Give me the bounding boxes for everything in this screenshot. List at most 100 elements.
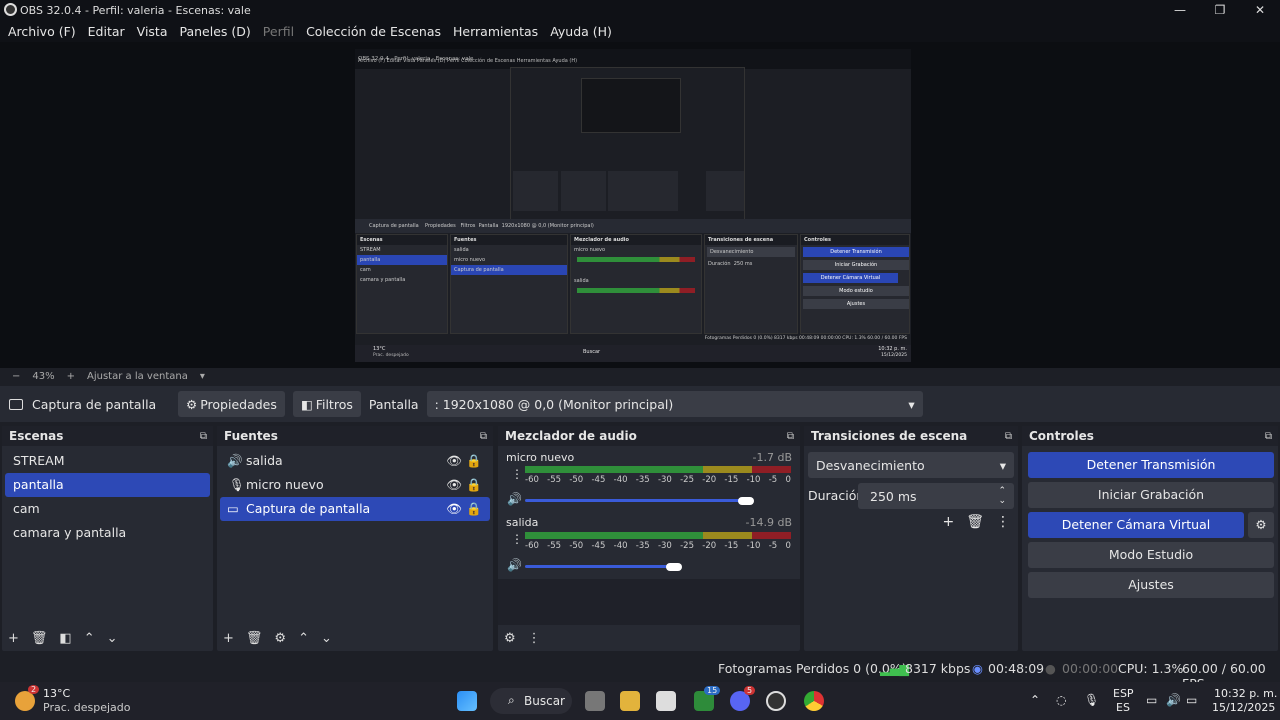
nested-ctrl: Iniciar Grabación — [803, 260, 909, 270]
more-icon[interactable]: ⋮ — [511, 532, 523, 546]
transition-value: Desvanecimiento — [816, 457, 925, 473]
nested-panel-title: Controles — [801, 235, 909, 245]
eye-icon[interactable]: 👁 — [446, 473, 462, 497]
nested-source: salida — [454, 247, 469, 253]
volume-knob[interactable] — [738, 497, 754, 505]
stop-streaming-button[interactable]: Detener Transmisión — [1028, 452, 1274, 478]
eye-icon[interactable]: 👁 — [446, 497, 462, 521]
undock-icon[interactable]: ⧉ — [1005, 431, 1012, 442]
menu-perfil[interactable]: Perfil — [257, 24, 300, 39]
start-windows-icon[interactable] — [457, 691, 477, 711]
network-icon[interactable]: ▭ — [1146, 693, 1157, 707]
store-icon[interactable] — [656, 691, 676, 711]
battery-icon[interactable]: ▭ — [1186, 693, 1197, 707]
scene-item[interactable]: pantalla — [5, 473, 210, 497]
settings-button[interactable]: Ajustes — [1028, 572, 1274, 598]
down-icon[interactable]: ⌄ — [107, 631, 118, 646]
up-icon[interactable]: ⌃ — [84, 631, 95, 646]
eye-icon[interactable]: 👁 — [446, 449, 462, 473]
speaker-icon[interactable]: 🔊 — [507, 492, 522, 506]
chevron-up-icon[interactable]: ⌃ — [1030, 693, 1040, 707]
nested-scene: STREAM — [360, 247, 381, 253]
duration-input[interactable]: 250 ms ⌃ ⌄ — [858, 483, 1014, 509]
advanced-audio-icon[interactable]: ⚙ — [504, 631, 516, 646]
clock-time[interactable]: 10:32 p. m. — [1214, 687, 1277, 700]
volume-knob[interactable] — [666, 563, 682, 571]
nested-meter — [577, 288, 695, 293]
up-icon[interactable]: ⌃ — [298, 631, 309, 646]
meter-ticks: -60 -55 -50 -45 -40 -35 -30 -25 -20 -15 -10 -5 0 — [525, 475, 791, 485]
language-sub: ES — [1116, 701, 1130, 714]
stop-virtual-camera-button[interactable]: Detener Cámara Virtual — [1028, 512, 1244, 538]
zoom-in-button[interactable]: + — [67, 371, 75, 382]
add-icon[interactable]: + — [8, 631, 19, 646]
menu-vista[interactable]: Vista — [131, 24, 174, 39]
record-time: 00:00:00 — [1062, 661, 1119, 676]
language-code[interactable]: ESP — [1113, 687, 1134, 700]
menu-coleccion[interactable]: Colección de Escenas — [300, 24, 447, 39]
studio-mode-button[interactable]: Modo Estudio — [1028, 542, 1274, 568]
minimize-button[interactable]: — — [1160, 0, 1200, 20]
channel-db: -14.9 dB — [745, 516, 793, 529]
scene-item[interactable]: cam — [5, 497, 210, 521]
speaker-icon[interactable]: 🔊 — [507, 558, 522, 572]
display-select[interactable]: : 1920x1080 @ 0,0 (Monitor principal) ▾ — [426, 391, 923, 417]
microphone-icon[interactable]: 🎙 — [1084, 693, 1099, 707]
down-icon[interactable]: ⌄ — [321, 631, 332, 646]
fit-window-option[interactable]: Ajustar a la ventana — [87, 371, 188, 382]
more-icon[interactable]: ⋮ — [511, 467, 523, 481]
filters-button[interactable]: ◧ Filtros — [292, 391, 361, 417]
scenes-title: Escenas — [9, 429, 64, 443]
start-recording-button[interactable]: Iniciar Grabación — [1028, 482, 1274, 508]
source-item[interactable]: 🔊 salida 👁 🔒 — [220, 449, 490, 473]
lock-icon[interactable]: 🔒 — [466, 497, 482, 521]
volume-slider[interactable] — [525, 499, 746, 502]
menu-herramientas[interactable]: Herramientas — [447, 24, 544, 39]
menu-archivo[interactable]: Archivo (F) — [2, 24, 82, 39]
source-item[interactable]: 🎙 micro nuevo 👁 🔒 — [220, 473, 490, 497]
menu-editar[interactable]: Editar — [82, 24, 131, 39]
chrome-icon[interactable] — [804, 691, 824, 711]
lock-icon[interactable]: 🔒 — [466, 473, 482, 497]
transition-select[interactable]: Desvanecimiento ▾ — [808, 452, 1014, 478]
scene-item[interactable]: STREAM — [5, 449, 210, 473]
trash-icon[interactable]: 🗑 — [246, 631, 263, 646]
transitions-title: Transiciones de escena — [811, 429, 968, 443]
zoom-dropdown-icon[interactable]: ▾ — [200, 371, 205, 382]
zoom-out-button[interactable]: − — [12, 371, 20, 382]
undock-icon[interactable]: ⧉ — [480, 431, 487, 442]
gear-icon[interactable]: ⚙ — [274, 631, 286, 646]
properties-button[interactable]: ⚙ Propiedades — [178, 391, 285, 417]
trash-icon[interactable]: 🗑 — [31, 631, 48, 646]
close-button[interactable]: ✕ — [1240, 0, 1280, 20]
weather-icon[interactable] — [15, 691, 35, 711]
volume-slider[interactable] — [525, 565, 674, 568]
file-explorer-icon[interactable] — [620, 691, 640, 711]
obs-taskbar-icon[interactable] — [766, 691, 786, 711]
undock-icon[interactable]: ⧉ — [787, 431, 794, 442]
nested-duration: 250 ms — [733, 261, 753, 267]
duration-value: 250 ms — [870, 488, 917, 504]
add-icon[interactable]: + — [223, 631, 234, 646]
undock-icon[interactable]: ⧉ — [1265, 431, 1272, 442]
search-box[interactable]: Buscar — [490, 688, 572, 714]
menu-paneles[interactable]: Paneles (D) — [174, 24, 257, 39]
menu-ayuda[interactable]: Ayuda (H) — [544, 24, 618, 39]
undock-icon[interactable]: ⧉ — [200, 431, 207, 442]
more-icon[interactable]: ⋮ — [996, 514, 1010, 530]
add-icon[interactable]: + — [942, 514, 954, 530]
volume-icon[interactable]: 🔊 — [1166, 693, 1181, 707]
maximize-button[interactable]: ❐ — [1200, 0, 1240, 20]
source-item[interactable]: ▭ Captura de pantalla 👁 🔒 — [220, 497, 490, 521]
task-view-icon[interactable] — [585, 691, 605, 711]
scene-item[interactable]: camara y pantalla — [5, 521, 210, 545]
clock-date[interactable]: 15/12/2025 — [1212, 701, 1275, 714]
vcam-settings-gear-icon[interactable]: ⚙ — [1248, 512, 1274, 538]
eye-off-icon[interactable]: ◌ — [1056, 693, 1066, 707]
lock-icon[interactable]: 🔒 — [466, 449, 482, 473]
more-icon[interactable]: ⋮ — [528, 631, 541, 646]
filter-icon[interactable]: ◧ — [59, 631, 71, 646]
trash-icon[interactable]: 🗑 — [966, 514, 984, 530]
nested-source-bar: Captura de pantalla Propiedades Filtros … — [355, 219, 911, 233]
spinner-icon[interactable]: ⌃ ⌄ — [998, 486, 1006, 506]
